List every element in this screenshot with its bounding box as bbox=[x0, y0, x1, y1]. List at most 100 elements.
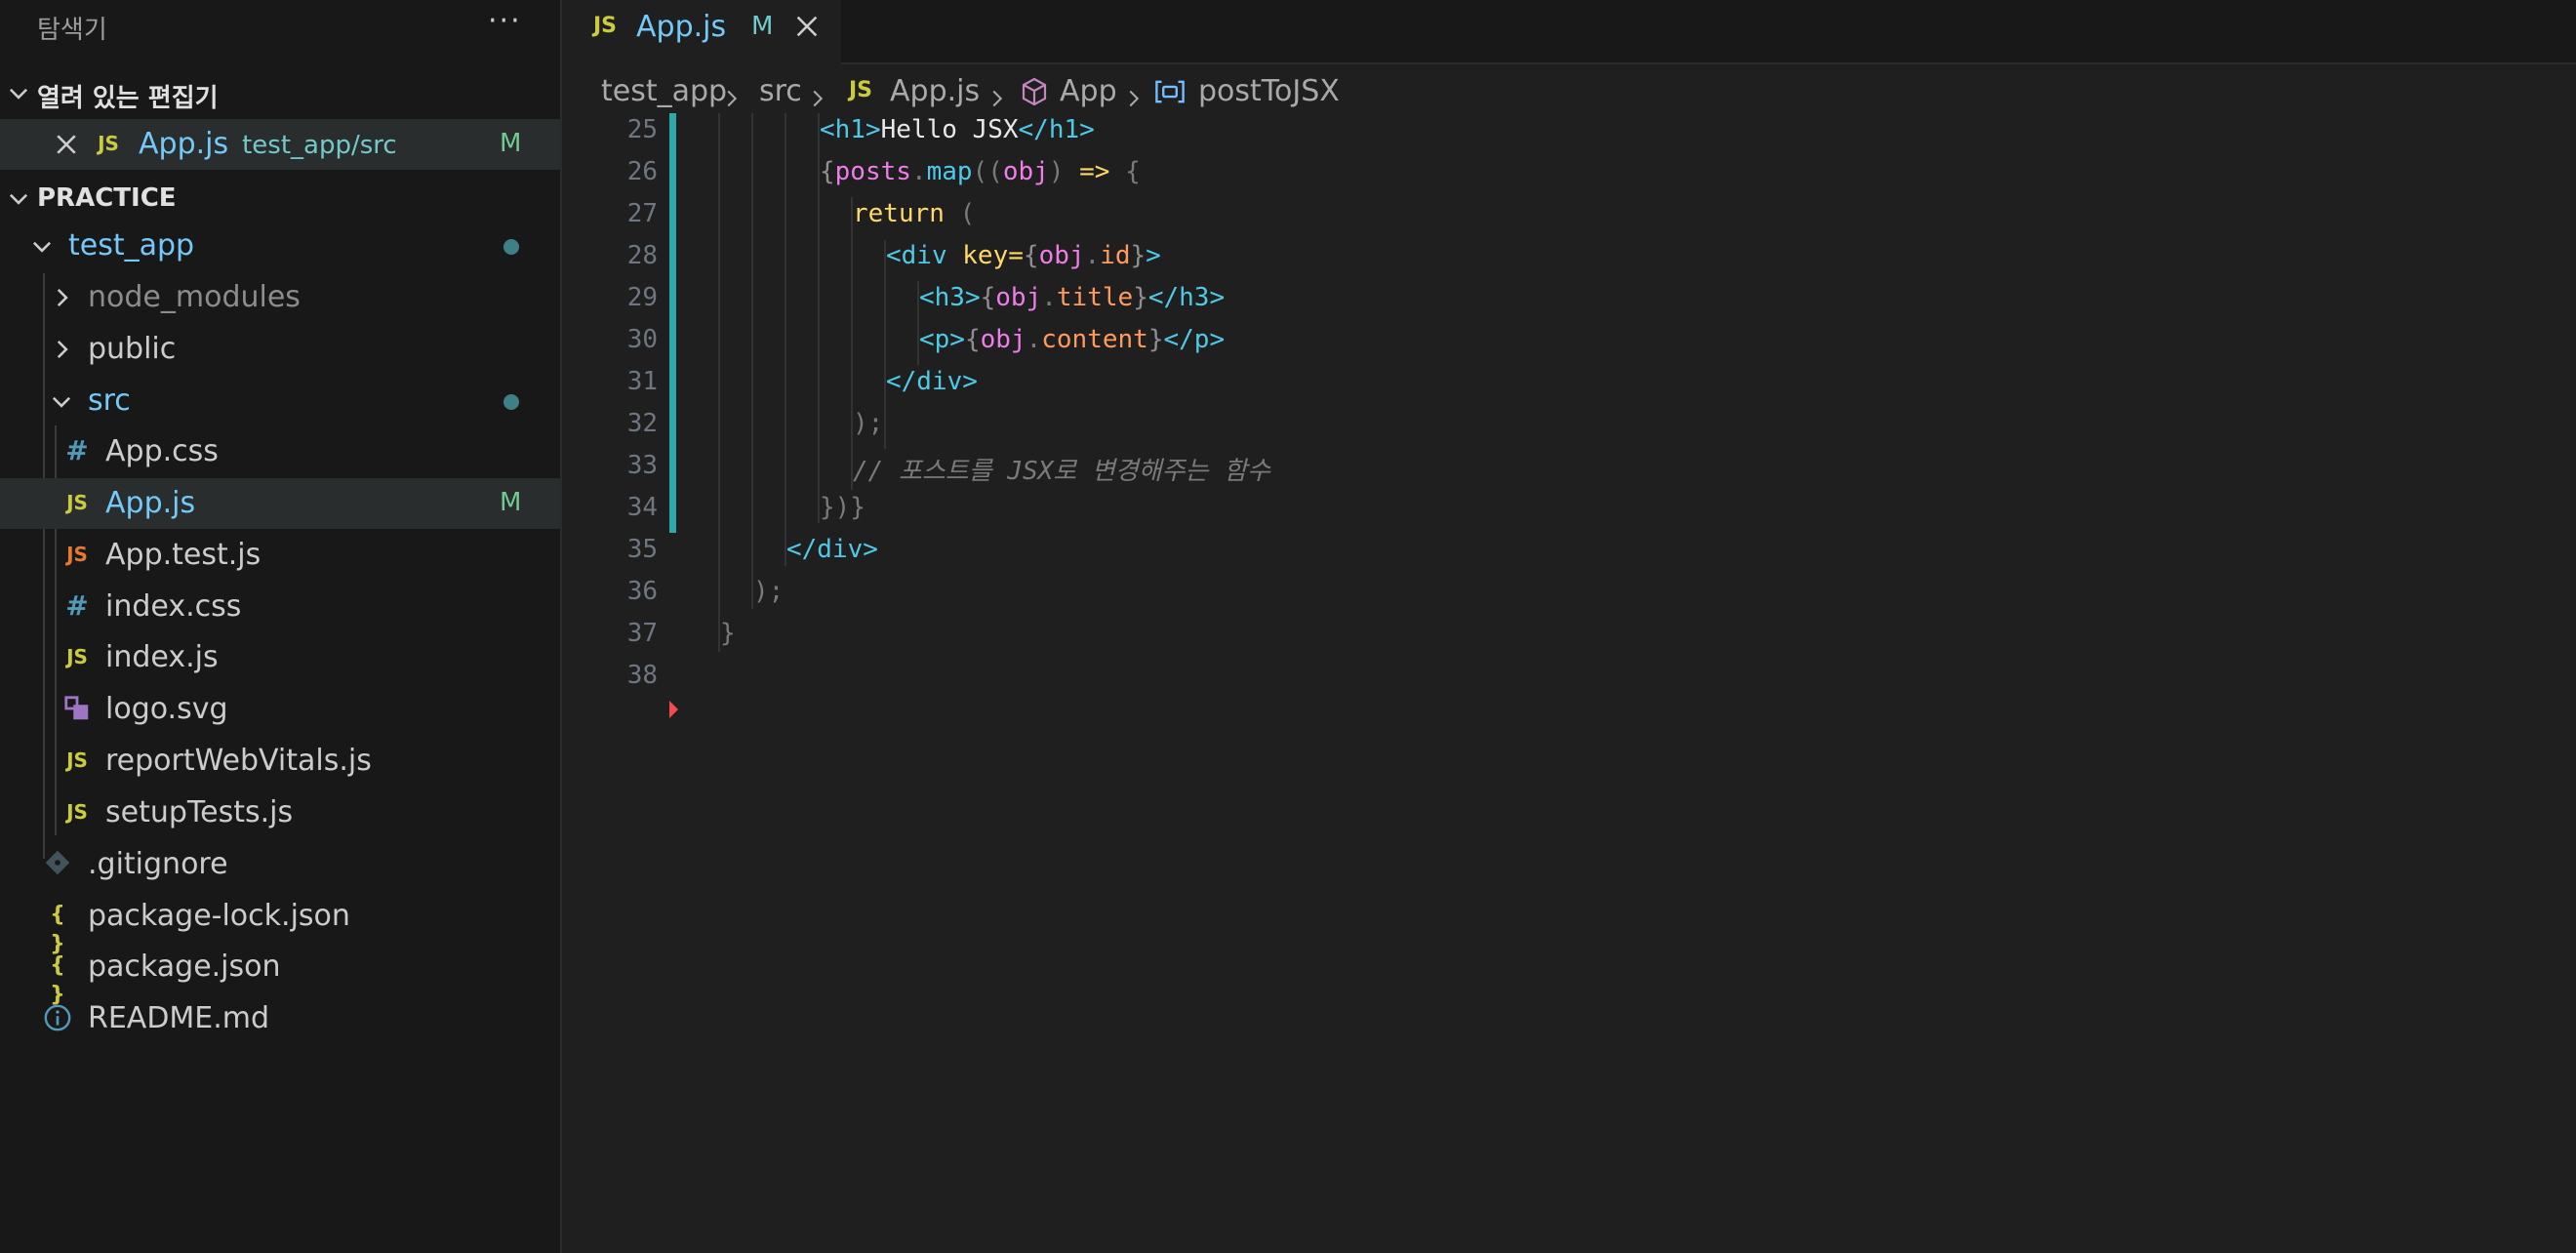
js-file-icon: JS bbox=[66, 748, 88, 772]
cube-icon bbox=[1019, 76, 1050, 115]
chevron-right-icon bbox=[722, 82, 742, 107]
chevron-down-icon bbox=[6, 185, 31, 211]
open-editors-section[interactable]: 열려 있는 편집기 bbox=[0, 68, 560, 117]
folder-name: node_modules bbox=[88, 280, 301, 314]
breadcrumb-subfolder[interactable]: src bbox=[759, 74, 802, 108]
file-package-json[interactable]: { } package.json bbox=[0, 942, 560, 1007]
code-line-37: } bbox=[720, 619, 736, 648]
line-number: 26 bbox=[626, 157, 658, 186]
js-file-icon: JS bbox=[98, 132, 119, 155]
file-name: App.test.js bbox=[105, 538, 262, 572]
chevron-right-icon bbox=[49, 284, 74, 309]
close-icon[interactable] bbox=[792, 12, 822, 41]
file-name: package-lock.json bbox=[88, 899, 350, 933]
file-gitignore[interactable]: .gitignore bbox=[0, 839, 560, 890]
css-file-icon: # bbox=[65, 434, 89, 466]
code-line-31: </div> bbox=[886, 367, 978, 396]
breadcrumb: test_app src JS App.js App postToJSX bbox=[562, 68, 2576, 117]
chevron-down-icon bbox=[49, 387, 74, 413]
line-number: 38 bbox=[626, 661, 658, 690]
file-name: index.css bbox=[105, 589, 242, 624]
code-line-29: <h3>{obj.title}</h3> bbox=[919, 283, 1226, 312]
modified-badge: M bbox=[500, 129, 522, 158]
file-name: reportWebVitals.js bbox=[105, 744, 372, 778]
js-file-icon: JS bbox=[66, 800, 88, 824]
explorer-title: 탐색기 bbox=[37, 16, 107, 45]
chevron-right-icon bbox=[808, 82, 827, 107]
file-app-css[interactable]: # App.css bbox=[0, 426, 560, 477]
code-line-27: return ( bbox=[853, 199, 976, 228]
open-editor-path: test_app/src bbox=[242, 131, 397, 160]
file-name: App.css bbox=[105, 434, 219, 468]
json-file-icon: { } bbox=[50, 953, 65, 1007]
explorer-sidebar: 탐색기 ··· 열려 있는 편집기 JS App.js test_app/src … bbox=[0, 0, 562, 1253]
tab-label: App.js bbox=[636, 10, 727, 44]
breadcrumb-folder[interactable]: test_app bbox=[601, 74, 727, 108]
workspace-section[interactable]: PRACTICE bbox=[0, 174, 560, 222]
git-change-indicator bbox=[669, 113, 676, 533]
js-file-icon: JS bbox=[66, 645, 88, 668]
chevron-right-icon bbox=[1124, 82, 1144, 107]
breadcrumb-file[interactable]: App.js bbox=[890, 74, 980, 108]
tab-app-js[interactable]: JS App.js M bbox=[562, 0, 841, 64]
breadcrumb-component[interactable]: App bbox=[1060, 74, 1117, 108]
folder-node-modules[interactable]: node_modules bbox=[0, 272, 560, 323]
file-package-lock-json[interactable]: { } package-lock.json bbox=[0, 891, 560, 956]
file-logo-svg[interactable]: logo.svg bbox=[0, 684, 560, 735]
file-name: index.js bbox=[105, 640, 219, 674]
open-editor-name: App.js test_app/src bbox=[139, 127, 397, 161]
code-line-32: ); bbox=[853, 409, 884, 438]
workspace-label: PRACTICE bbox=[37, 183, 177, 213]
file-name: logo.svg bbox=[105, 692, 228, 726]
code-line-33: // 포스트를 JSX로 변경해주는 함수 bbox=[853, 457, 1270, 486]
folder-public[interactable]: public bbox=[0, 324, 560, 375]
variable-icon bbox=[1153, 78, 1187, 113]
line-number: 27 bbox=[626, 199, 658, 228]
code-line-25: <h1>Hello JSX</h1> bbox=[820, 115, 1095, 144]
file-index-js[interactable]: JS index.js bbox=[0, 632, 560, 683]
code-editor[interactable]: 25 26 27 28 29 30 31 32 33 34 35 36 37 3… bbox=[562, 113, 2576, 1253]
git-icon bbox=[43, 849, 72, 878]
chevron-down-icon bbox=[6, 80, 31, 105]
js-file-icon: JS bbox=[593, 14, 618, 38]
file-setup-tests-js[interactable]: JS setupTests.js bbox=[0, 788, 560, 838]
line-number: 25 bbox=[626, 115, 658, 144]
folder-test-app[interactable]: test_app bbox=[0, 221, 560, 271]
chevron-right-icon bbox=[987, 82, 1007, 107]
file-app-js[interactable]: JS App.js M bbox=[0, 478, 560, 529]
open-editors-label: 열려 있는 편집기 bbox=[37, 84, 219, 113]
folder-name: public bbox=[88, 332, 177, 366]
indent-guide bbox=[851, 197, 853, 490]
test-js-file-icon: JS bbox=[66, 543, 88, 566]
editor-area: JS App.js M test_app src JS App.js App p… bbox=[562, 0, 2576, 1253]
close-icon[interactable] bbox=[53, 131, 80, 158]
modified-badge: M bbox=[500, 488, 522, 517]
file-report-web-vitals-js[interactable]: JS reportWebVitals.js bbox=[0, 736, 560, 787]
line-number: 35 bbox=[626, 535, 658, 564]
folder-src[interactable]: src bbox=[0, 376, 560, 426]
deleted-lines-marker bbox=[669, 701, 678, 718]
js-file-icon: JS bbox=[66, 491, 88, 514]
file-name: .gitignore bbox=[88, 847, 228, 881]
modified-dot bbox=[503, 394, 519, 410]
indent-guide bbox=[751, 113, 753, 609]
open-editor-item-app-js[interactable]: JS App.js test_app/src M bbox=[0, 119, 560, 170]
line-number: 33 bbox=[626, 451, 658, 480]
line-number: 29 bbox=[626, 283, 658, 312]
file-index-css[interactable]: # index.css bbox=[0, 582, 560, 632]
code-line-36: ); bbox=[753, 577, 785, 606]
file-app-test-js[interactable]: JS App.test.js bbox=[0, 530, 560, 581]
line-number: 34 bbox=[626, 493, 658, 522]
more-actions-icon[interactable]: ··· bbox=[488, 4, 522, 38]
info-icon bbox=[43, 1003, 72, 1032]
file-readme-md[interactable]: README.md bbox=[0, 993, 560, 1044]
chevron-down-icon bbox=[29, 232, 55, 258]
chevron-right-icon bbox=[49, 336, 74, 361]
breadcrumb-symbol[interactable]: postToJSX bbox=[1198, 74, 1340, 108]
line-number: 36 bbox=[626, 577, 658, 606]
js-file-icon: JS bbox=[849, 78, 873, 102]
file-name: package.json bbox=[88, 950, 281, 984]
explorer-header: 탐색기 ··· bbox=[0, 0, 560, 53]
tab-bar: JS App.js M bbox=[562, 0, 2576, 64]
code-line-28: <div key={obj.id}> bbox=[886, 241, 1161, 270]
